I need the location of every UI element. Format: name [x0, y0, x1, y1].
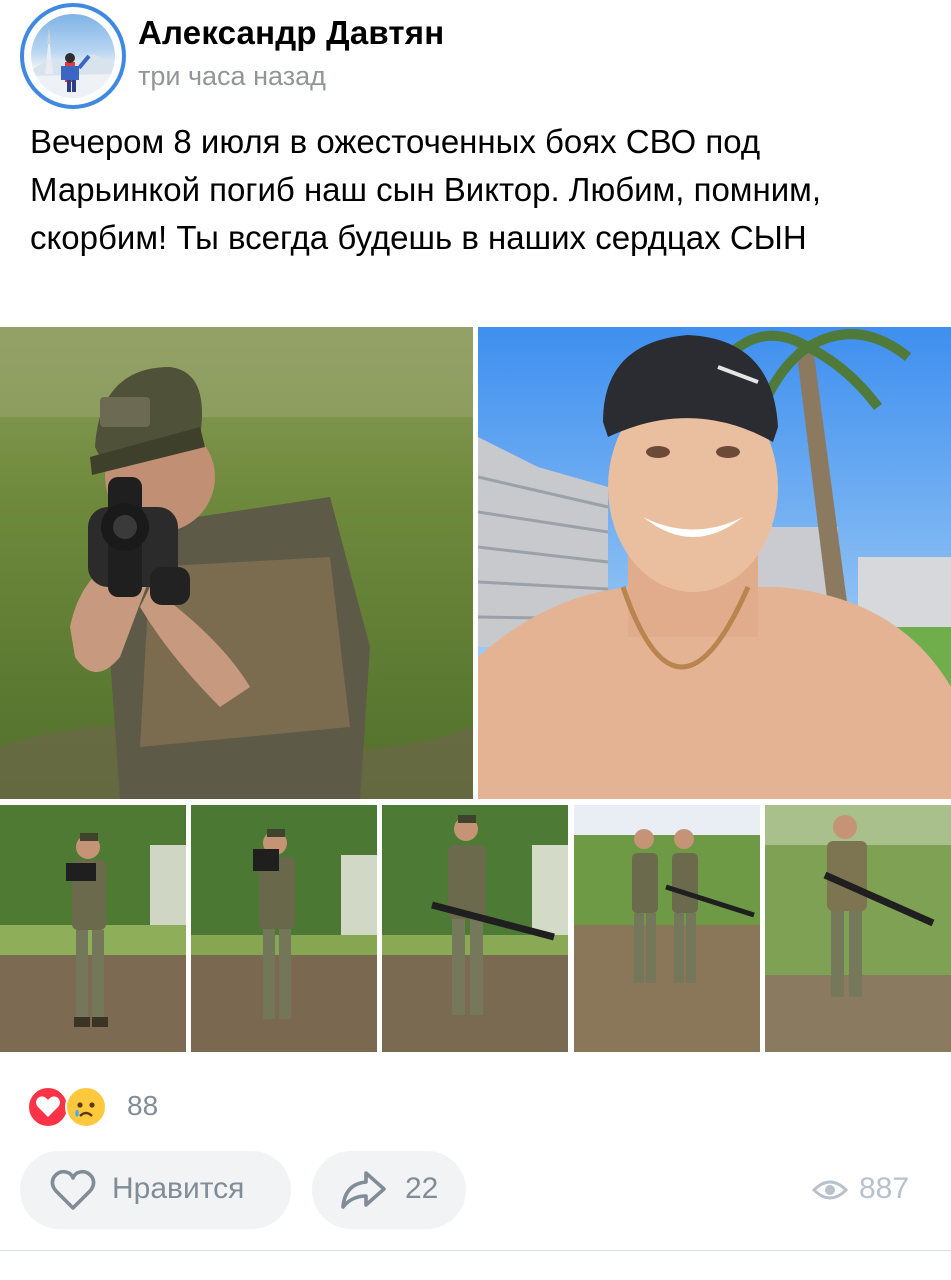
post-photo-5[interactable] — [382, 805, 568, 1052]
post-text: Вечером 8 июля в ожесточенных боях СВО п… — [30, 123, 822, 256]
author-avatar[interactable] — [20, 3, 126, 109]
post-photo-7[interactable] — [765, 805, 951, 1052]
eye-icon — [812, 1180, 848, 1200]
post-photo-4[interactable] — [191, 805, 377, 1052]
heart-reaction-icon — [27, 1086, 69, 1128]
post-photo-1[interactable] — [0, 327, 473, 799]
heart-outline-icon — [50, 1169, 96, 1210]
post-header: Александр Давтян три часа назад — [0, 0, 951, 110]
crying-face-reaction-icon — [65, 1086, 107, 1128]
like-button-label: Нравится — [112, 1172, 245, 1205]
avatar-image — [31, 14, 115, 98]
post-photo-3[interactable] — [0, 805, 186, 1052]
views-count: 887 — [859, 1172, 910, 1205]
share-arrow-icon — [341, 1171, 386, 1209]
like-button[interactable]: Нравится — [20, 1151, 291, 1229]
author-name[interactable]: Александр Давтян — [138, 14, 444, 52]
post-photo-6[interactable] — [574, 805, 760, 1052]
share-button[interactable]: 22 — [312, 1151, 466, 1229]
post-divider — [0, 1250, 951, 1251]
reactions-count: 88 — [127, 1090, 159, 1121]
share-count: 22 — [405, 1172, 439, 1205]
post-time[interactable]: три часа назад — [138, 61, 326, 92]
post-photo-2[interactable] — [478, 327, 951, 799]
